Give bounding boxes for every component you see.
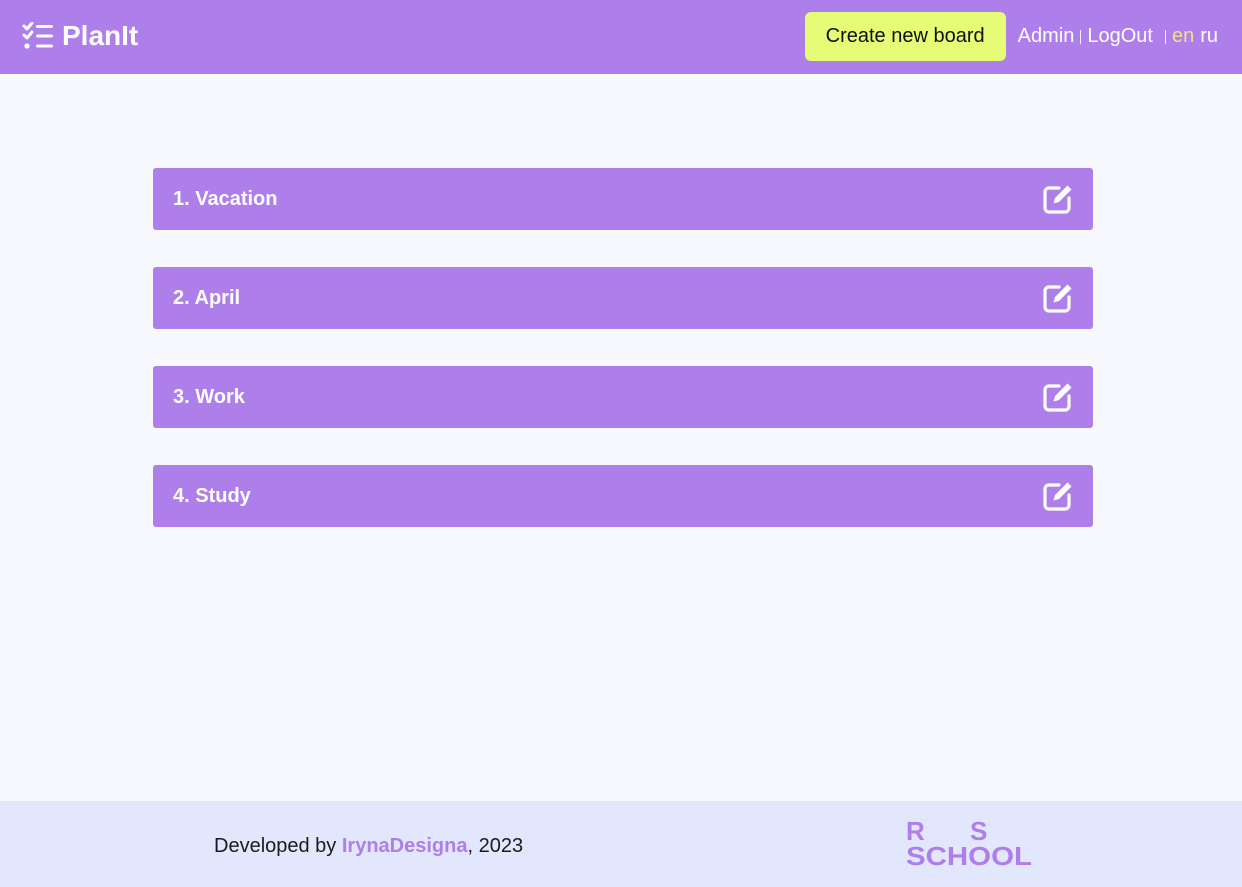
lang-divider <box>1164 29 1166 44</box>
app-header: PlanIt Create new board Admin LogOut en … <box>0 0 1242 74</box>
admin-link[interactable]: Admin <box>1018 25 1075 48</box>
edit-icon[interactable] <box>1041 182 1075 216</box>
nav-divider <box>1080 29 1082 44</box>
app-name: PlanIt <box>62 20 139 51</box>
logout-link[interactable]: LogOut <box>1087 25 1153 48</box>
create-new-board-button[interactable]: Create new board <box>804 12 1006 61</box>
developed-by-text: Developed by <box>214 835 342 857</box>
board-title: 4. Study <box>173 484 251 507</box>
edit-icon[interactable] <box>1041 380 1075 414</box>
language-en[interactable]: en <box>1172 25 1194 48</box>
svg-text:SCHOOL: SCHOOL <box>906 841 1032 868</box>
board-item-vacation[interactable]: 1. Vacation <box>153 168 1093 230</box>
app-logo[interactable]: PlanIt <box>22 19 138 53</box>
board-item-april[interactable]: 2. April <box>153 267 1093 329</box>
language-ru[interactable]: ru <box>1200 25 1218 48</box>
edit-icon[interactable] <box>1041 281 1075 315</box>
board-item-work[interactable]: 3. Work <box>153 366 1093 428</box>
header-nav: Create new board Admin LogOut en ru <box>804 12 1218 61</box>
board-title: 3. Work <box>173 385 245 408</box>
year-text: , 2023 <box>467 835 524 857</box>
board-title: 2. April <box>173 286 241 309</box>
board-item-study[interactable]: 4. Study <box>153 465 1093 527</box>
checklist-icon <box>22 22 53 49</box>
edit-icon[interactable] <box>1041 479 1075 513</box>
board-title: 1. Vacation <box>173 187 278 210</box>
footer-credits: Developed by IrynaDesigna, 2023 <box>214 835 523 858</box>
app-footer: Developed by IrynaDesigna, 2023 R S SCHO… <box>0 801 1242 887</box>
author-link[interactable]: IrynaDesigna <box>342 835 468 857</box>
rs-school-logo[interactable]: R S SCHOOL <box>906 820 1036 868</box>
boards-list: 1. Vacation 2. April 3. Work 4. Study <box>153 168 1093 564</box>
